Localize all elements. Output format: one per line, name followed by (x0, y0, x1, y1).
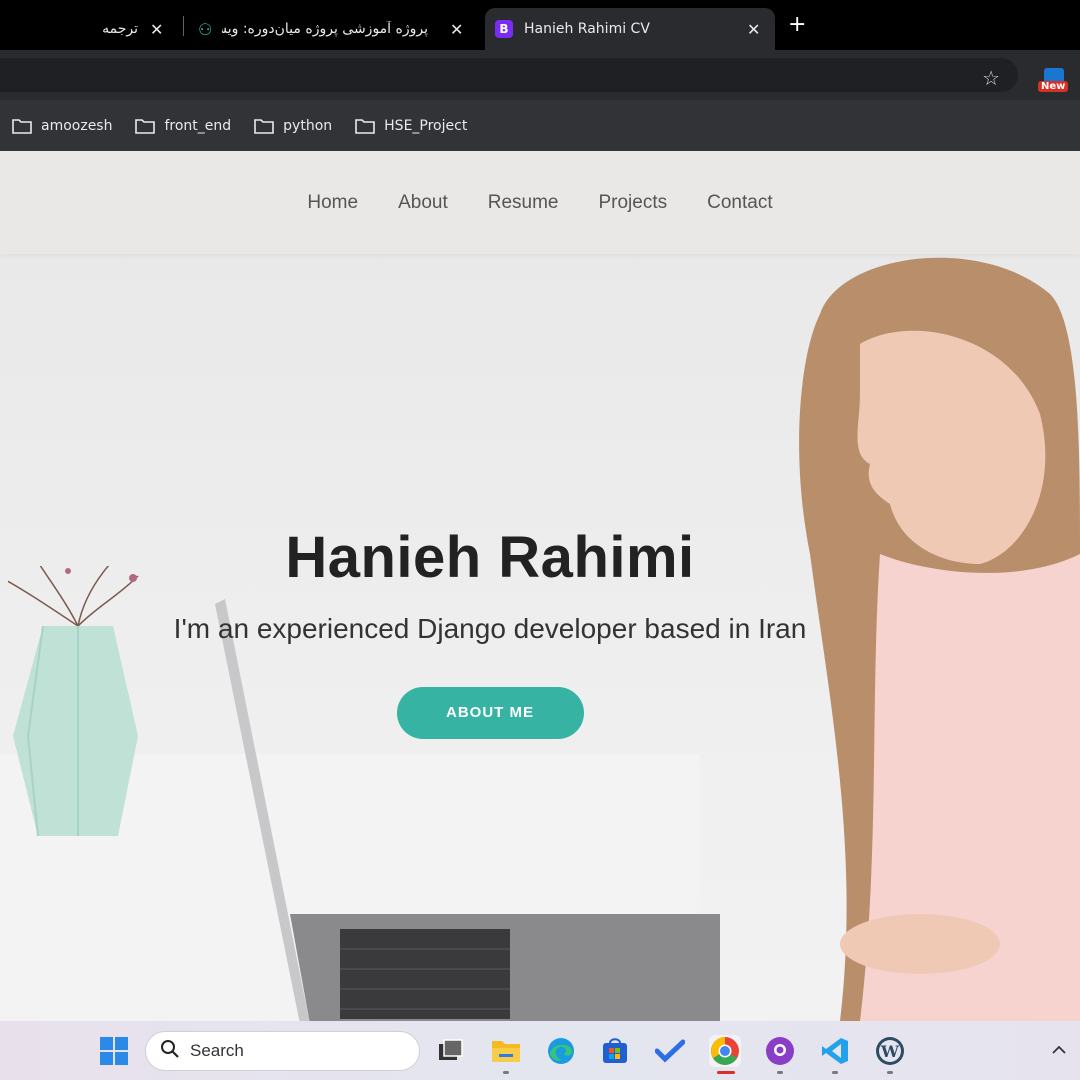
close-icon[interactable]: ✕ (450, 20, 463, 39)
tab-translate[interactable]: ترجمه ✕ (90, 8, 180, 50)
running-indicator (503, 1071, 509, 1074)
taskbar: Search W (0, 1021, 1080, 1080)
tab-label: پروژه آموزشی پروژه میان‌دوره: ویسا (222, 21, 428, 37)
search-icon (160, 1039, 180, 1064)
chevron-up-icon[interactable] (1052, 1039, 1066, 1060)
todo-icon[interactable] (654, 1035, 686, 1067)
folder-icon (12, 118, 32, 134)
bookmarks-bar: amoozesh front_end python HSE_Project (0, 100, 1080, 151)
bookmark-python[interactable]: python (254, 118, 332, 134)
bookmark-label: amoozesh (41, 117, 113, 134)
tab-strip: ترجمه ✕ ⚇ پروژه آموزشی پروژه میان‌دوره: … (0, 0, 1080, 50)
close-icon[interactable]: ✕ (747, 20, 760, 39)
folder-icon (355, 118, 375, 134)
address-bar[interactable] (0, 58, 1018, 92)
star-icon[interactable]: ☆ (982, 66, 1000, 90)
folder-icon (254, 118, 274, 134)
extension-button[interactable]: New (1038, 68, 1069, 96)
tab-label: ترجمه (102, 21, 138, 37)
bookmark-front-end[interactable]: front_end (135, 118, 231, 134)
task-view-icon[interactable] (434, 1035, 466, 1067)
browser-toolbar: ☆ New (0, 50, 1080, 100)
about-me-button[interactable]: ABOUT ME (396, 687, 584, 739)
running-indicator (777, 1071, 783, 1074)
bookmark-amoozesh[interactable]: amoozesh (12, 118, 112, 134)
bookmark-label: HSE_Project (384, 117, 468, 134)
tab-label: Hanieh Rahimi CV (524, 21, 650, 37)
bookmark-label: python (283, 117, 333, 134)
folder-icon (135, 118, 156, 134)
active-indicator (717, 1071, 735, 1074)
hero-subtitle: I'm an experienced Django developer base… (173, 613, 807, 644)
wordpress-icon[interactable]: W (874, 1035, 906, 1074)
hero-content: Hanieh Rahimi I'm an experienced Django … (0, 524, 980, 739)
chrome-icon[interactable] (709, 1035, 741, 1074)
nav-about[interactable]: About (398, 192, 448, 214)
github-desktop-icon[interactable] (764, 1035, 796, 1074)
running-indicator (832, 1071, 838, 1074)
nav-resume[interactable]: Resume (488, 192, 559, 214)
new-badge: New (1038, 81, 1069, 92)
site-navbar: Home About Resume Projects Contact (0, 151, 1080, 254)
edge-icon[interactable] (545, 1035, 577, 1067)
hero-name: Hanieh Rahimi (285, 525, 695, 590)
tab-project[interactable]: ⚇ پروژه آموزشی پروژه میان‌دوره: ویسا ✕ (190, 8, 475, 50)
web-page: Home About Resume Projects Contact Hanie… (0, 151, 1080, 1021)
bookmark-hse-project[interactable]: HSE_Project (355, 118, 467, 134)
nav-home[interactable]: Home (307, 192, 358, 214)
hero-section: Hanieh Rahimi I'm an experienced Django … (0, 254, 1080, 1021)
bookmark-label: front_end (164, 117, 232, 134)
new-tab-button[interactable]: + (788, 12, 806, 37)
nav-contact[interactable]: Contact (707, 192, 772, 214)
running-indicator (887, 1071, 893, 1074)
book-icon: ⚇ (198, 19, 213, 39)
tab-cv-active[interactable]: B Hanieh Rahimi CV ✕ (485, 8, 775, 50)
close-icon[interactable]: ✕ (150, 20, 163, 39)
taskbar-search[interactable]: Search (145, 1031, 420, 1071)
file-explorer-icon[interactable] (490, 1035, 522, 1074)
store-icon[interactable] (599, 1035, 631, 1067)
svg-text:W: W (880, 1042, 900, 1061)
bootstrap-icon: B (495, 20, 513, 38)
vscode-icon[interactable] (819, 1035, 851, 1074)
search-placeholder: Search (190, 1041, 244, 1060)
tab-separator (183, 16, 184, 36)
nav-projects[interactable]: Projects (598, 192, 667, 214)
windows-start-icon[interactable] (98, 1035, 130, 1067)
